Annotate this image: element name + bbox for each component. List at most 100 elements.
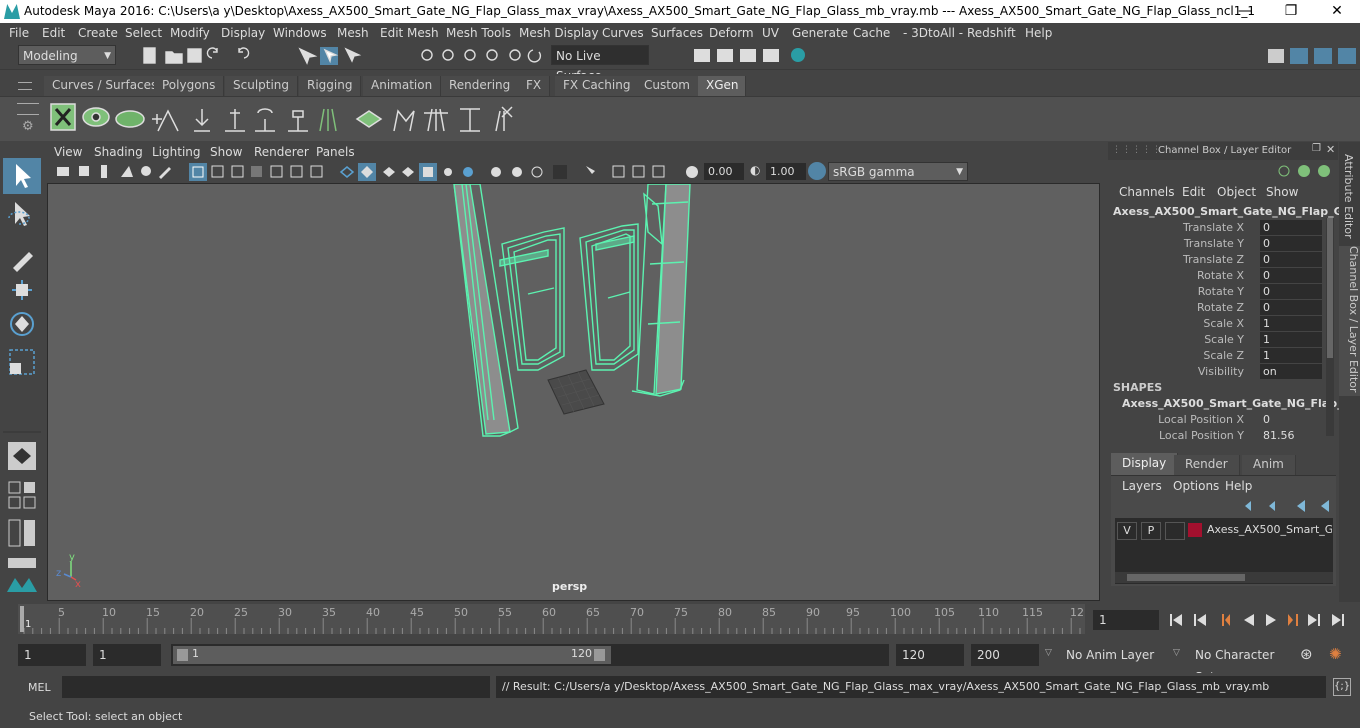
attr-value-translate-y[interactable]: 0 <box>1260 236 1322 251</box>
mode-selector[interactable]: Modeling ▼ <box>18 45 116 65</box>
select-camera-icon[interactable] <box>57 167 69 176</box>
attr-value-local-position-x[interactable]: 0 <box>1260 412 1322 427</box>
menu-mesh[interactable]: Mesh <box>337 26 369 40</box>
tab-render[interactable]: Render <box>1174 455 1240 475</box>
panel-menu-shading[interactable]: Shading <box>94 145 143 159</box>
maximize-button[interactable]: ❐ <box>1268 0 1314 23</box>
script-language-toggle[interactable]: MEL <box>28 681 51 694</box>
layer-menu-help[interactable]: Help <box>1225 479 1252 493</box>
timeline-layout-icon[interactable] <box>8 558 36 568</box>
panel-menu-view[interactable]: View <box>54 145 82 159</box>
tab-curves-surfaces[interactable]: Curves / Surfaces <box>44 76 167 96</box>
cb-menu-object[interactable]: Object <box>1217 185 1256 199</box>
tab-fx[interactable]: FX <box>518 76 551 96</box>
attr-value-translate-x[interactable]: 0 <box>1260 220 1322 235</box>
panel-menu-lighting[interactable]: Lighting <box>152 145 201 159</box>
layer-menu-layers[interactable]: Layers <box>1122 479 1162 493</box>
channel-box-toggle-icon[interactable] <box>1338 48 1356 64</box>
grid-toggle-icon[interactable] <box>189 163 207 181</box>
attr-value-rotate-z[interactable]: 0 <box>1260 300 1322 315</box>
panel-menu-show[interactable]: Show <box>210 145 242 159</box>
safe-title-icon[interactable] <box>310 165 323 178</box>
command-input[interactable] <box>62 676 490 698</box>
menu-uv[interactable]: UV <box>762 26 779 40</box>
attr-label-local-position-y[interactable]: Local Position Y <box>1159 429 1244 442</box>
gear-icon[interactable]: ⚙ <box>22 119 34 134</box>
panel-menu-panels[interactable]: Panels <box>316 145 355 159</box>
attr-value-local-position-y[interactable]: 81.56 <box>1260 428 1322 443</box>
wireframe-icon[interactable] <box>339 166 355 178</box>
color-management-icon[interactable] <box>808 162 826 180</box>
scrollbar-thumb[interactable] <box>1327 218 1333 358</box>
move-layer-down-icon[interactable] <box>1269 501 1275 511</box>
attr-value-rotate-y[interactable]: 0 <box>1260 284 1322 299</box>
playback-end-field[interactable]: 120 <box>896 644 964 666</box>
gamma-icon[interactable]: ◐ <box>750 163 764 179</box>
redo-icon[interactable] <box>238 47 250 59</box>
new-layer-from-selected-icon[interactable] <box>1321 500 1329 512</box>
menu-edit-mesh[interactable]: Edit Mesh <box>380 26 439 40</box>
chevron-down-icon[interactable]: ▽ <box>1173 648 1180 658</box>
camera-attributes-icon[interactable] <box>79 166 89 176</box>
menu-windows[interactable]: Windows <box>273 26 327 40</box>
resolution-gate-icon[interactable] <box>231 165 244 178</box>
add-spline-icon[interactable] <box>225 109 245 132</box>
play-backwards-icon[interactable] <box>1244 614 1254 626</box>
snap-to-grids-icon[interactable] <box>421 49 433 61</box>
character-set-select[interactable]: No Character Set <box>1191 644 1291 684</box>
go-to-start-icon[interactable] <box>1170 614 1182 626</box>
menu-select[interactable]: Select <box>125 26 162 40</box>
isolate-select-icon[interactable] <box>586 166 595 174</box>
film-gate-icon[interactable] <box>211 165 224 178</box>
modeling-toolkit-icon[interactable] <box>1268 49 1284 63</box>
live-surface-field[interactable]: No Live Surface <box>551 45 649 83</box>
attr-label-translate-z[interactable]: Translate Z <box>1183 253 1244 266</box>
menu-mesh-display[interactable]: Mesh Display <box>519 26 599 40</box>
attr-value-scale-z[interactable]: 1 <box>1260 348 1322 363</box>
tab-display[interactable]: Display <box>1111 453 1179 475</box>
cb-menu-channels[interactable]: Channels <box>1119 185 1175 199</box>
open-scene-icon[interactable] <box>165 51 183 64</box>
panel-menu-renderer[interactable]: Renderer <box>254 145 309 159</box>
tab-fx-caching[interactable]: FX Caching <box>555 76 640 96</box>
menu-file[interactable]: File <box>9 26 29 40</box>
menu-generate[interactable]: Generate <box>792 26 848 40</box>
attr-value-rotate-x[interactable]: 0 <box>1260 268 1322 283</box>
paint-select-tool-icon[interactable] <box>13 252 33 272</box>
play-forwards-icon[interactable] <box>1266 614 1276 626</box>
3d-viewport[interactable]: y z x persp <box>47 183 1100 601</box>
attr-value-scale-y[interactable]: 1 <box>1260 332 1322 347</box>
menu-mesh-tools[interactable]: Mesh Tools <box>446 26 511 40</box>
layer-row[interactable]: V P Axess_AX500_Smart_Gate <box>1115 522 1333 540</box>
gate-mask-icon[interactable] <box>251 166 262 177</box>
gate-wireframe-model[interactable]: y z x <box>48 184 1099 600</box>
menu-surfaces[interactable]: Surfaces <box>651 26 703 40</box>
tab-custom[interactable]: Custom <box>636 76 699 96</box>
tab-rigging[interactable]: Rigging <box>299 76 362 96</box>
menu-display[interactable]: Display <box>221 26 265 40</box>
attr-label-rotate-x[interactable]: Rotate X <box>1197 269 1244 282</box>
place-guide-icon[interactable] <box>194 109 210 132</box>
default-material-icon[interactable] <box>402 167 414 177</box>
attr-label-translate-y[interactable]: Translate Y <box>1184 237 1244 250</box>
shadows-icon[interactable] <box>463 167 473 177</box>
range-slider-handle[interactable]: 1 120 <box>173 646 611 664</box>
lock-guide-icon[interactable] <box>288 110 308 132</box>
image-plane-icon[interactable] <box>121 166 133 177</box>
menu-cache[interactable]: Cache <box>853 26 890 40</box>
layer-playback-toggle[interactable]: P <box>1141 522 1161 540</box>
two-d-pan-zoom-icon[interactable] <box>141 166 151 176</box>
attribute-editor-toggle-icon[interactable] <box>1314 48 1332 64</box>
tab-polygons[interactable]: Polygons <box>154 76 225 96</box>
gamma-field[interactable]: 1.00 <box>766 163 806 180</box>
step-back-key-icon[interactable] <box>1222 614 1230 626</box>
maya-home-icon[interactable] <box>7 578 37 592</box>
render-frame-icon[interactable] <box>717 49 733 62</box>
preview-icon[interactable] <box>460 108 480 132</box>
motion-blur-icon[interactable] <box>512 167 522 177</box>
layer-visibility-toggle[interactable]: V <box>1117 522 1137 540</box>
animation-preferences-icon[interactable]: ✺ <box>1329 645 1342 663</box>
channel-box-scrollbar[interactable] <box>1326 218 1334 436</box>
exposure-field[interactable]: 0.00 <box>704 163 744 180</box>
menu-deform[interactable]: Deform <box>709 26 754 40</box>
